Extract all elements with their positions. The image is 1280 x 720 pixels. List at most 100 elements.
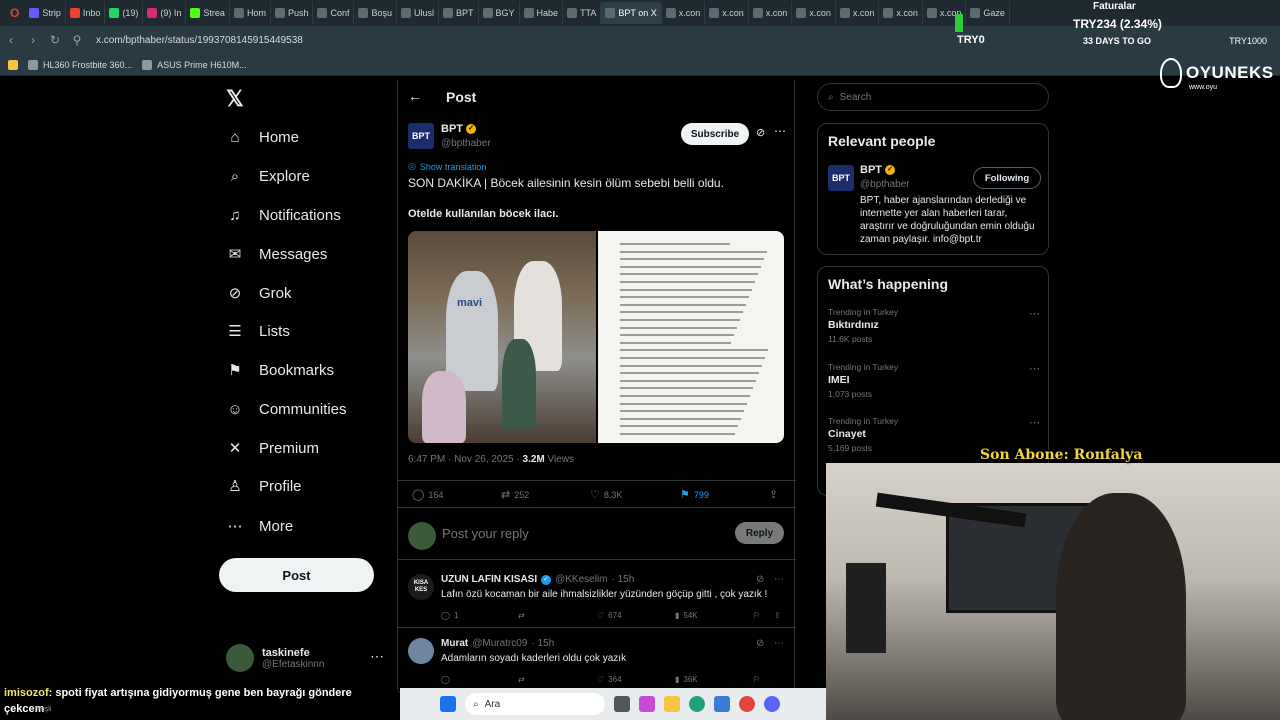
browser-tab[interactable]: Strip — [25, 2, 66, 24]
reply-views[interactable]: ▮ 36K — [675, 675, 698, 684]
reply-comments[interactable]: ◯ 1 — [441, 611, 458, 620]
reply-bookmark[interactable]: ⚐ — [753, 611, 760, 620]
reply-reposts[interactable]: ⇄ — [518, 611, 525, 620]
grok-icon[interactable]: ⊘ — [756, 638, 764, 649]
reply-author-name[interactable]: Murat — [441, 638, 468, 649]
document-image[interactable] — [598, 231, 784, 443]
share-action[interactable]: ⇪ — [769, 488, 778, 501]
browser-tab[interactable]: x.con — [792, 2, 836, 24]
sidebar-item-communities[interactable]: ☺ Communities — [226, 393, 346, 425]
more-dots-icon[interactable]: ⋯ — [774, 638, 784, 649]
trend-item[interactable]: Trending in Turkey IMEI 1,073 posts ⋯ — [828, 362, 1040, 406]
more-dots-icon[interactable]: ⋯ — [774, 124, 786, 138]
sidebar-item-explore[interactable]: ⌕ Explore — [226, 160, 310, 192]
browser-tab[interactable]: Inbo — [66, 2, 106, 24]
browser-tab-active[interactable]: BPT on X — [601, 2, 662, 24]
site-info-icon[interactable]: ⚲ — [66, 33, 88, 47]
browser-tab[interactable]: x.con — [749, 2, 793, 24]
forward-arrow-icon[interactable]: › — [22, 33, 44, 47]
discord-icon[interactable] — [764, 696, 780, 712]
reply-button[interactable]: Reply — [735, 522, 784, 544]
url-field[interactable]: x.com/bpthaber/status/199370814591544953… — [96, 35, 303, 46]
copilot-icon[interactable] — [639, 696, 655, 712]
grok-icon[interactable]: ⊘ — [756, 126, 765, 139]
file-explorer-icon[interactable] — [664, 696, 680, 712]
more-dots-icon[interactable]: ⋯ — [774, 574, 784, 585]
reply-reposts[interactable]: ⇄ — [518, 675, 525, 684]
more-dots-icon[interactable]: ⋯ — [1029, 416, 1040, 429]
more-dots-icon[interactable]: ⋯ — [1029, 307, 1040, 320]
sidebar-item-lists[interactable]: ☰ Lists — [226, 315, 290, 347]
back-arrow-icon[interactable]: ‹ — [0, 33, 22, 47]
sidebar-item-messages[interactable]: ✉ Messages — [226, 238, 328, 270]
sidebar-item-home[interactable]: ⌂ Home — [226, 121, 299, 153]
browser-tab[interactable]: Habe — [520, 2, 564, 24]
sidebar-item-grok[interactable]: ⊘ Grok — [226, 277, 292, 309]
bookmark-item[interactable]: HL360 Frostbite 360... — [28, 59, 132, 70]
store-icon[interactable] — [714, 696, 730, 712]
windows-start-icon[interactable] — [440, 696, 456, 712]
post-media[interactable]: mavi — [408, 231, 784, 443]
reply-likes[interactable]: ♡ 674 — [597, 611, 622, 620]
repost-action[interactable]: ⇄ 252 — [501, 488, 529, 501]
search-input[interactable] — [839, 91, 1020, 103]
avatar[interactable]: BPT — [828, 165, 854, 191]
sidebar-item-notifications[interactable]: ♫ Notifications — [226, 199, 340, 231]
subscribe-button[interactable]: Subscribe — [681, 123, 749, 145]
author-name-row[interactable]: BPT ✓ — [441, 123, 476, 135]
edge-icon[interactable] — [689, 696, 705, 712]
bookmark-item[interactable]: ASUS Prime H610M... — [142, 59, 247, 70]
reply-views[interactable]: ▮ 54K — [675, 611, 698, 620]
browser-tab[interactable]: TTA — [563, 2, 602, 24]
avatar[interactable]: KISA KES — [408, 574, 434, 600]
browser-tab[interactable]: Hom — [230, 2, 271, 24]
sidebar-item-profile[interactable]: ♙ Profile — [226, 470, 301, 502]
browser-tab[interactable]: x.con — [836, 2, 880, 24]
reply-action[interactable]: ◯ 164 — [412, 488, 443, 501]
opera-icon[interactable] — [739, 696, 755, 712]
avatar[interactable]: BPT — [408, 123, 434, 149]
reply-likes[interactable]: ♡ 364 — [597, 675, 622, 684]
bookmarks-menu-icon[interactable] — [8, 59, 18, 70]
following-button[interactable]: Following — [973, 167, 1041, 189]
browser-tab[interactable]: x.con — [662, 2, 706, 24]
task-view-icon[interactable] — [614, 696, 630, 712]
browser-tab[interactable]: Boşu — [354, 2, 397, 24]
browser-tab[interactable]: Ulusl — [397, 2, 440, 24]
browser-tab[interactable]: Strea — [186, 2, 230, 24]
taskbar-search[interactable]: ⌕ Ara — [465, 693, 605, 715]
sidebar-item-bookmarks[interactable]: ⚑ Bookmarks — [226, 354, 334, 386]
more-dots-icon[interactable]: ⋯ — [1029, 362, 1040, 375]
person-handle[interactable]: @bpthaber — [860, 179, 910, 190]
like-action[interactable]: ♡ 8.3K — [590, 488, 622, 501]
account-switcher[interactable]: taskinefe @Efetaskinnn ⋯ — [226, 640, 384, 676]
show-translation-link[interactable]: ◎ Show translation — [408, 161, 486, 172]
reply-bookmark[interactable]: ⚐ — [753, 675, 760, 684]
sidebar-item-more[interactable]: ⋯ More — [226, 510, 294, 542]
browser-tab[interactable]: Push — [271, 2, 314, 24]
browser-tab[interactable]: x.con — [879, 2, 923, 24]
browser-tab[interactable]: (9) In — [143, 2, 187, 24]
x-logo-icon[interactable]: 𝕏 — [226, 86, 246, 111]
trend-item[interactable]: Trending in Turkey Bıktırdınız 11.6K pos… — [828, 307, 1040, 351]
reply-comments[interactable]: ◯ — [441, 675, 450, 684]
reply-share[interactable]: ⇪ — [774, 611, 781, 620]
browser-tab[interactable]: x.con — [705, 2, 749, 24]
reload-icon[interactable]: ↻ — [44, 33, 66, 47]
opera-icon[interactable]: O — [4, 6, 25, 20]
browser-tab[interactable]: (19) — [105, 2, 144, 24]
back-arrow-icon[interactable]: ← — [408, 88, 422, 104]
family-photo[interactable]: mavi — [408, 231, 596, 443]
author-handle[interactable]: @bpthaber — [441, 138, 491, 149]
browser-tab[interactable]: BGY — [479, 2, 520, 24]
reply-item[interactable]: KISA KES UZUN LAFIN KISASI ✓ @KKeselim ·… — [398, 566, 796, 628]
reply-item[interactable]: Murat @Muratrc09 · 15h ⊘ ⋯ Adamların soy… — [398, 630, 796, 692]
reply-author-name[interactable]: UZUN LAFIN KISASI — [441, 574, 537, 585]
more-dots-icon[interactable]: ⋯ — [370, 648, 384, 665]
grok-icon[interactable]: ⊘ — [756, 574, 764, 585]
avatar[interactable] — [408, 638, 434, 664]
browser-tab[interactable]: BPT — [439, 2, 479, 24]
sidebar-item-premium[interactable]: ✕ Premium — [226, 432, 319, 464]
bookmark-action[interactable]: ⚑ 799 — [680, 488, 709, 501]
person-name-row[interactable]: BPT ✓ — [860, 164, 895, 176]
